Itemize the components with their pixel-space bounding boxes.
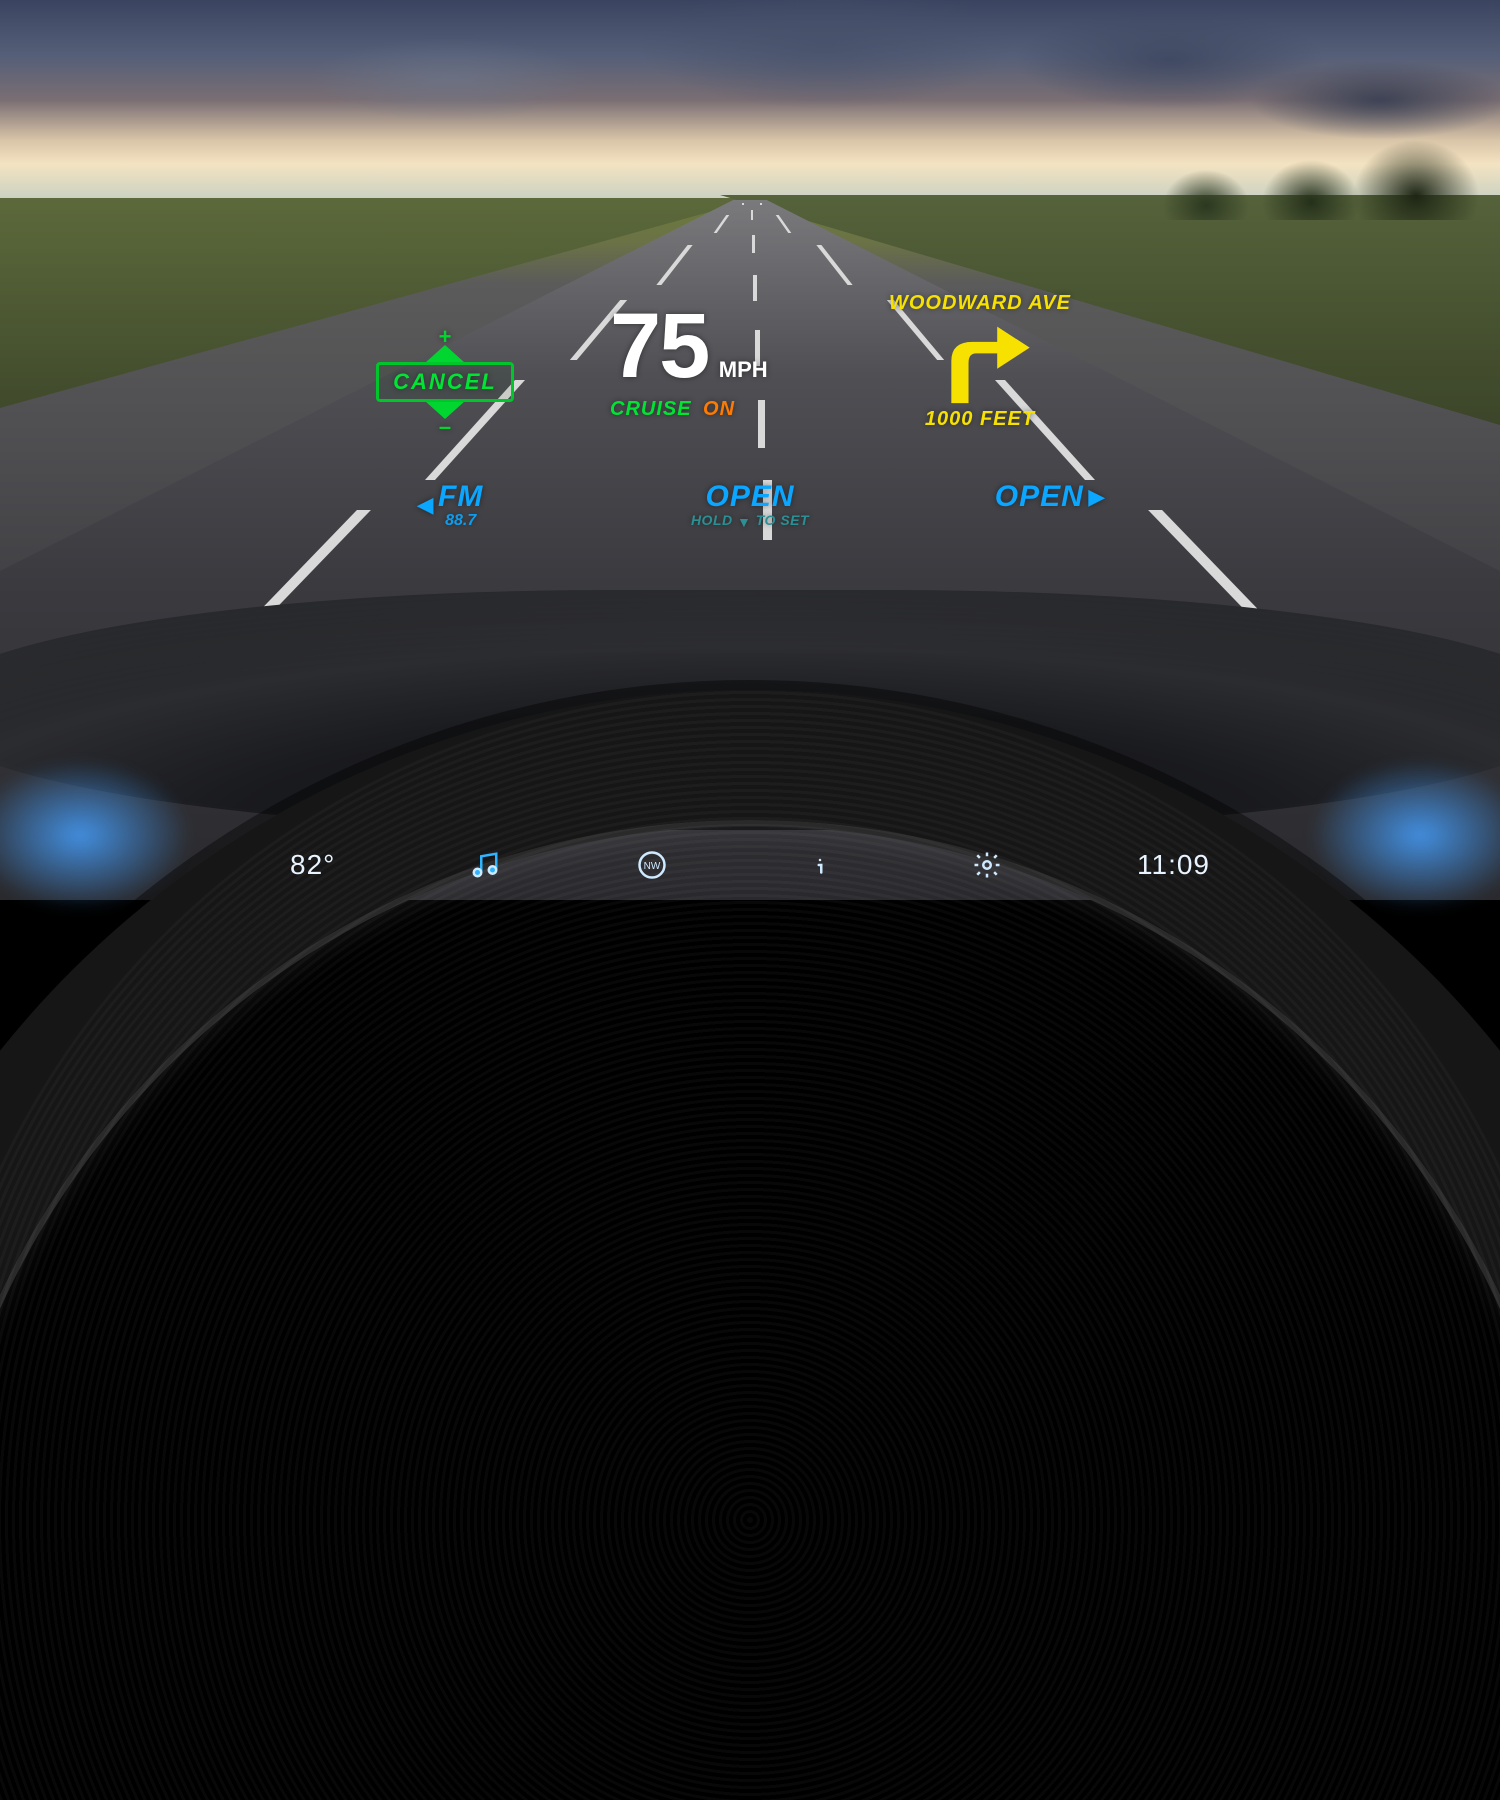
- right-slot[interactable]: OPEN ▶: [940, 480, 1160, 514]
- cruise-increase-icon[interactable]: +: [360, 330, 530, 344]
- heads-up-display: + CANCEL – 75 MPH CRUISE ON WOODWARD AVE…: [380, 300, 1120, 560]
- triangle-down-icon: ▼: [737, 514, 751, 530]
- nav-distance: 1000 FEET: [850, 408, 1110, 431]
- clock: 11:09: [1137, 849, 1210, 881]
- speed-value: 75: [610, 300, 708, 392]
- svg-text:NW: NW: [644, 861, 661, 872]
- navigation-panel: WOODWARD AVE 1000 FEET: [850, 292, 1110, 431]
- nav-street: WOODWARD AVE: [850, 292, 1110, 315]
- settings-gear-icon[interactable]: [969, 847, 1005, 883]
- chevron-right-icon[interactable]: ▶: [1088, 484, 1105, 510]
- cruise-status: CRUISE ON: [610, 398, 768, 421]
- cruise-decrease-icon[interactable]: –: [360, 420, 530, 434]
- right-slot-label: OPEN: [995, 480, 1084, 514]
- center-slot[interactable]: OPEN HOLD ▼ TO SET: [640, 480, 860, 528]
- radio-frequency: 88.7: [438, 512, 483, 530]
- compass-icon[interactable]: NW: [634, 847, 670, 883]
- center-slot-label: OPEN: [640, 480, 860, 514]
- cruise-adjust-widget[interactable]: + CANCEL –: [360, 330, 530, 434]
- speedometer: 75 MPH CRUISE ON: [610, 300, 768, 421]
- chevron-left-icon[interactable]: ◀: [417, 492, 434, 518]
- turn-right-arrow-icon: [920, 319, 1040, 405]
- music-icon[interactable]: [467, 847, 503, 883]
- outside-temperature: 82°: [290, 849, 335, 881]
- radio-slot[interactable]: ◀ FM 88.7: [340, 480, 560, 530]
- cruise-state: ON: [703, 398, 735, 420]
- instrument-cluster-bar: 82° NW 11:09: [280, 830, 1220, 900]
- center-slot-hint: HOLD ▼ TO SET: [640, 512, 860, 528]
- cancel-button[interactable]: CANCEL: [376, 362, 514, 402]
- cruise-label: CRUISE: [610, 398, 692, 420]
- hud-bottom-row: ◀ FM 88.7 OPEN HOLD ▼ TO SET OPEN ▶: [340, 480, 1160, 530]
- driving-scene: + CANCEL – 75 MPH CRUISE ON WOODWARD AVE…: [0, 0, 1500, 900]
- radio-band: FM: [438, 480, 483, 514]
- speed-unit: MPH: [719, 357, 768, 383]
- info-icon[interactable]: [802, 847, 838, 883]
